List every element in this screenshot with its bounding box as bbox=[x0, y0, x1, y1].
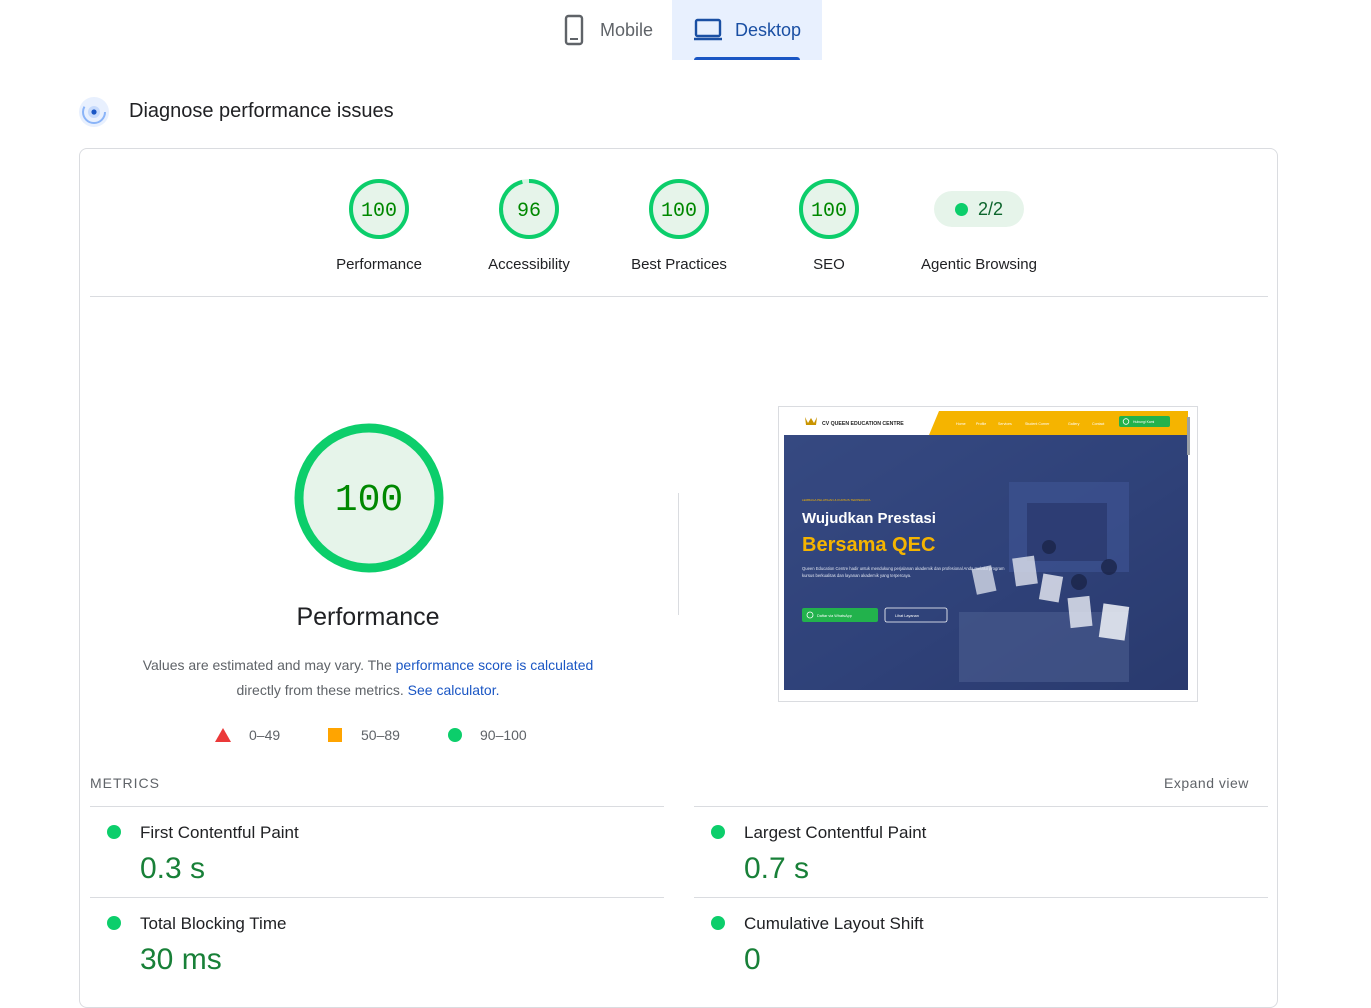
thumb-headline-1: Wujudkan Prestasi bbox=[802, 510, 936, 527]
gauge-performance-label: Performance bbox=[336, 256, 422, 273]
section-title: Diagnose performance issues bbox=[129, 100, 394, 122]
thumb-nav-5: Contact bbox=[1092, 422, 1104, 426]
tab-desktop[interactable]: Desktop bbox=[672, 0, 822, 60]
final-screenshot[interactable]: CV QUEEN EDUCATION CENTRE Home Profile S… bbox=[778, 406, 1198, 702]
legend-average-range: 50–89 bbox=[361, 727, 400, 743]
score-calculated-link[interactable]: performance score is calculated bbox=[396, 657, 594, 673]
thumb-eyebrow: LEMBAGA PELATIHAN & KURSUS TERPERCAYA bbox=[802, 498, 870, 502]
square-icon bbox=[328, 728, 342, 742]
gauge-performance[interactable]: 100 bbox=[348, 178, 410, 240]
triangle-icon bbox=[215, 728, 231, 742]
metric-divider bbox=[90, 806, 664, 807]
circle-icon bbox=[448, 728, 462, 742]
pass-dot-icon bbox=[954, 202, 968, 216]
metric-tbt-value: 30 ms bbox=[140, 943, 222, 976]
thumb-headline-2: Bersama QEC bbox=[802, 534, 935, 556]
metric-pass-icon bbox=[711, 916, 725, 930]
gauge-accessibility-label: Accessibility bbox=[488, 256, 570, 273]
tab-desktop-label: Desktop bbox=[734, 19, 802, 40]
gauge-seo-label: SEO bbox=[813, 256, 845, 273]
note-text-1: Values are estimated and may vary. The bbox=[142, 657, 396, 673]
tab-active-indicator bbox=[694, 57, 800, 60]
gauge-accessibility-score: 96 bbox=[517, 200, 541, 223]
legend-average: 50–89 bbox=[328, 727, 400, 743]
thumb-nav-1: Profile bbox=[976, 422, 986, 426]
thumb-body: Queen Education Centre hadir untuk mendu… bbox=[802, 566, 1005, 578]
gauge-best-practices-label: Best Practices bbox=[631, 256, 727, 273]
performance-gauge-large: 100 bbox=[294, 423, 444, 573]
metric-fcp-name: First Contentful Paint bbox=[140, 823, 299, 842]
tab-mobile-label: Mobile bbox=[600, 19, 654, 40]
metric-divider bbox=[90, 897, 664, 898]
metric-pass-icon bbox=[711, 825, 725, 839]
diagnose-icon bbox=[79, 97, 109, 127]
divider bbox=[90, 296, 1268, 297]
thumb-btn-1: Daftar via WhatsApp bbox=[817, 614, 852, 618]
metric-cls-value: 0 bbox=[744, 943, 761, 976]
metrics-header: METRICS bbox=[90, 775, 160, 791]
metric-divider bbox=[694, 897, 1268, 898]
gauge-best-practices-score: 100 bbox=[661, 200, 697, 223]
metric-pass-icon bbox=[107, 916, 121, 930]
gauge-seo[interactable]: 100 bbox=[798, 178, 860, 240]
metric-divider bbox=[694, 806, 1268, 807]
note-text-2: directly from these metrics. bbox=[236, 682, 408, 698]
metric-pass-icon bbox=[107, 825, 121, 839]
thumb-btn-2: Lihat Layanan bbox=[895, 614, 919, 618]
metric-lcp-value: 0.7 s bbox=[744, 852, 810, 885]
agentic-browsing-label: Agentic Browsing bbox=[921, 256, 1037, 273]
metric-fcp-value: 0.3 s bbox=[140, 852, 206, 885]
legend-fail-range: 0–49 bbox=[249, 727, 281, 743]
thumb-nav-4: Gallery bbox=[1068, 422, 1080, 426]
thumb-nav-3: Student Corner bbox=[1025, 422, 1050, 426]
tab-mobile[interactable]: Mobile bbox=[556, 0, 676, 60]
thumb-brand: CV QUEEN EDUCATION CENTRE bbox=[822, 421, 904, 427]
phone-icon bbox=[564, 14, 584, 46]
thumb-nav-0: Home bbox=[956, 422, 966, 426]
performance-title: Performance bbox=[296, 603, 440, 631]
gauge-best-practices[interactable]: 100 bbox=[648, 178, 710, 240]
legend-pass: 90–100 bbox=[448, 727, 527, 743]
expand-view-toggle[interactable]: Expand view bbox=[1164, 775, 1249, 791]
legend-pass-range: 90–100 bbox=[480, 727, 527, 743]
legend-fail: 0–49 bbox=[215, 727, 280, 743]
vertical-divider bbox=[678, 493, 679, 615]
metric-cls-name: Cumulative Layout Shift bbox=[744, 914, 924, 933]
see-calculator-link[interactable]: See calculator. bbox=[408, 682, 500, 698]
metric-tbt-name: Total Blocking Time bbox=[140, 914, 287, 933]
agentic-browsing-pill[interactable]: 2/2 bbox=[934, 191, 1024, 227]
performance-note: Values are estimated and may vary. The p… bbox=[118, 653, 618, 703]
thumb-nav-button: Hubungi Kami bbox=[1133, 420, 1155, 424]
laptop-icon bbox=[693, 18, 722, 41]
gauge-accessibility[interactable]: 96 bbox=[498, 178, 560, 240]
agentic-browsing-value: 2/2 bbox=[977, 198, 1004, 219]
gauge-performance-score: 100 bbox=[361, 200, 397, 223]
gauge-seo-score: 100 bbox=[811, 200, 847, 223]
metric-lcp-name: Largest Contentful Paint bbox=[744, 823, 927, 842]
performance-score-large: 100 bbox=[335, 479, 403, 522]
thumb-nav-2: Services bbox=[998, 422, 1012, 426]
